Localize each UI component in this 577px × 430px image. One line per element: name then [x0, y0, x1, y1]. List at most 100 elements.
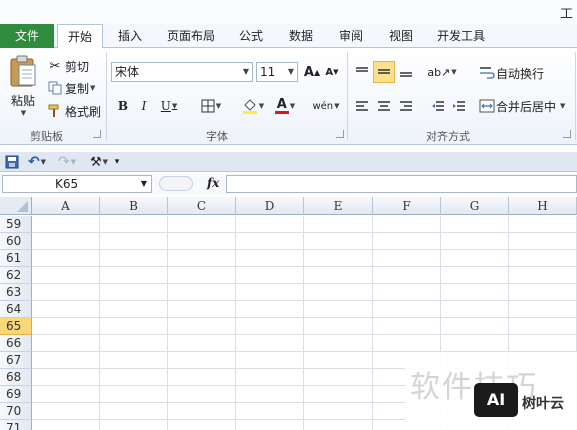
grid-cell[interactable] [32, 352, 100, 369]
row-header[interactable]: 67 [0, 352, 32, 369]
grid-cell[interactable] [168, 369, 236, 386]
paste-button[interactable]: 粘贴 ▼ [6, 54, 40, 122]
grid-cell[interactable] [32, 233, 100, 250]
dialog-launcher-icon[interactable] [563, 130, 571, 138]
grid-cell[interactable] [304, 233, 373, 250]
tab-file[interactable]: 文件 [0, 24, 54, 48]
grid-cell[interactable] [236, 318, 304, 335]
increase-indent-button[interactable] [449, 96, 469, 116]
grid-cell[interactable] [168, 352, 236, 369]
column-header[interactable]: C [168, 197, 236, 215]
grid-cell[interactable] [168, 386, 236, 403]
grid-cell[interactable] [236, 386, 304, 403]
row-header[interactable]: 64 [0, 301, 32, 318]
row-header[interactable]: 63 [0, 284, 32, 301]
grid-cell[interactable] [441, 301, 509, 318]
grid-cell[interactable] [100, 335, 168, 352]
grid-cell[interactable] [32, 403, 100, 420]
grid-cell[interactable] [373, 301, 441, 318]
grid-cell[interactable] [236, 352, 304, 369]
align-middle-button[interactable] [373, 61, 395, 83]
grid-cell[interactable] [441, 284, 509, 301]
align-left-button[interactable] [352, 96, 372, 116]
dialog-launcher-icon[interactable] [336, 130, 344, 138]
phonetic-guide-button[interactable]: wén ▼ [310, 96, 342, 116]
grid-cell[interactable] [168, 284, 236, 301]
grid-cell[interactable] [509, 267, 577, 284]
grid-cell[interactable] [168, 301, 236, 318]
redo-button[interactable]: ↷ ▼ [54, 152, 80, 172]
grid-cell[interactable] [509, 335, 577, 352]
grid-cell[interactable] [304, 318, 373, 335]
row-header[interactable]: 66 [0, 335, 32, 352]
grid-cell[interactable] [168, 216, 236, 233]
grid-cell[interactable] [168, 335, 236, 352]
merge-center-button[interactable]: 合并后居中 ▼ [478, 97, 565, 115]
grid-cell[interactable] [304, 250, 373, 267]
grid-cell[interactable] [509, 250, 577, 267]
grid-cell[interactable] [441, 233, 509, 250]
tab-formulas[interactable]: 公式 [230, 24, 272, 48]
grid-cell[interactable] [32, 301, 100, 318]
dialog-launcher-icon[interactable] [93, 130, 101, 138]
row-header[interactable]: 65 [0, 318, 32, 335]
grid-cell[interactable] [373, 335, 441, 352]
grid-cell[interactable] [32, 420, 100, 430]
grid-cell[interactable] [236, 284, 304, 301]
save-button[interactable] [3, 152, 21, 172]
grid-cell[interactable] [304, 301, 373, 318]
row-header[interactable]: 61 [0, 250, 32, 267]
grid-cell[interactable] [304, 386, 373, 403]
row-header[interactable]: 70 [0, 403, 32, 420]
column-header[interactable]: G [441, 197, 509, 215]
grid-cell[interactable] [304, 284, 373, 301]
grid-cell[interactable] [304, 403, 373, 420]
grid-cell[interactable] [168, 420, 236, 430]
column-header[interactable]: D [236, 197, 304, 215]
grid-cell[interactable] [509, 216, 577, 233]
font-name-select[interactable]: 宋体 ▼ [111, 62, 253, 82]
customize-tool-button[interactable]: ⚒ ▼ [86, 152, 112, 172]
tab-data[interactable]: 数据 [280, 24, 322, 48]
grid-cell[interactable] [509, 318, 577, 335]
tab-home[interactable]: 开始 [57, 24, 103, 49]
grid-cell[interactable] [32, 267, 100, 284]
row-header[interactable]: 68 [0, 369, 32, 386]
grow-font-button[interactable]: A ▲ [302, 62, 322, 82]
align-right-button[interactable] [396, 96, 416, 116]
grid-cell[interactable] [509, 233, 577, 250]
format-painter-button[interactable]: 格式刷 [47, 102, 101, 120]
grid-cell[interactable] [100, 233, 168, 250]
grid-cell[interactable] [100, 301, 168, 318]
grid-cell[interactable] [373, 267, 441, 284]
name-box[interactable]: K65 ▼ [2, 175, 152, 193]
row-header[interactable]: 60 [0, 233, 32, 250]
font-color-button[interactable]: A ▼ [270, 96, 300, 116]
grid-cell[interactable] [373, 284, 441, 301]
insert-function-button[interactable]: fx [207, 176, 219, 190]
undo-button[interactable]: ↶ ▼ [24, 152, 50, 172]
grid-cell[interactable] [509, 284, 577, 301]
grid-cell[interactable] [100, 352, 168, 369]
grid-cell[interactable] [304, 369, 373, 386]
grid-cell[interactable] [373, 233, 441, 250]
grid-cell[interactable] [304, 420, 373, 430]
grid-cell[interactable] [441, 318, 509, 335]
column-header[interactable]: E [304, 197, 373, 215]
bold-button[interactable]: B [113, 96, 133, 116]
grid-cell[interactable] [100, 284, 168, 301]
align-top-button[interactable] [352, 62, 372, 82]
grid-cell[interactable] [236, 233, 304, 250]
grid-cell[interactable] [441, 267, 509, 284]
customize-qat-button[interactable]: ▾ [110, 152, 124, 172]
grid-cell[interactable] [304, 352, 373, 369]
grid-cell[interactable] [304, 267, 373, 284]
grid-cell[interactable] [373, 318, 441, 335]
grid-cell[interactable] [441, 335, 509, 352]
grid-cell[interactable] [100, 386, 168, 403]
row-header[interactable]: 71 [0, 420, 32, 430]
grid-cell[interactable] [168, 233, 236, 250]
grid-cell[interactable] [236, 301, 304, 318]
font-size-select[interactable]: 11 ▼ [256, 62, 298, 82]
grid-cell[interactable] [32, 369, 100, 386]
